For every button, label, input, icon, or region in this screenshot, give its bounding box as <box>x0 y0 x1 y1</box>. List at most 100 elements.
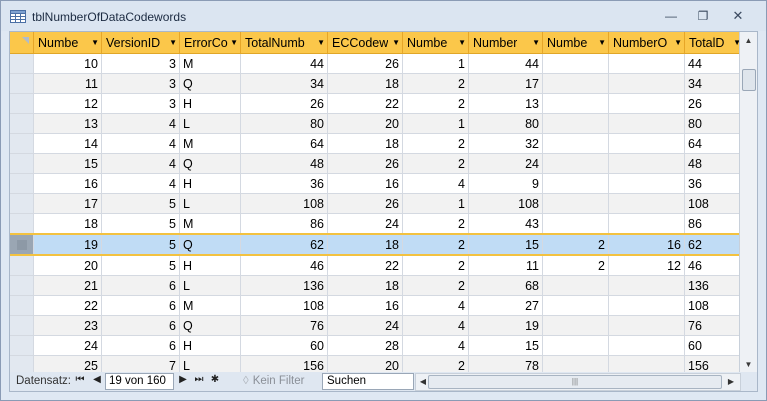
scroll-right-icon[interactable]: ▶ <box>724 374 738 390</box>
vertical-scroll-thumb[interactable] <box>742 69 756 91</box>
table-cell[interactable]: 6 <box>101 295 180 316</box>
table-cell[interactable]: 11 <box>33 73 102 94</box>
table-row[interactable]: 16 4 H 36 16 4 9 36 <box>10 173 744 194</box>
restore-icon[interactable]: ❐ <box>692 8 714 24</box>
column-header[interactable]: Numbe ▼ <box>542 32 609 54</box>
table-cell[interactable]: 6 <box>101 335 180 356</box>
next-record-icon[interactable]: ▶ <box>177 374 189 385</box>
table-cell[interactable]: 17 <box>468 73 543 94</box>
table-cell[interactable]: 2 <box>402 213 469 235</box>
table-row[interactable]: 18 5 M 86 24 2 43 86 <box>10 213 744 235</box>
table-cell[interactable]: 11 <box>468 255 543 276</box>
record-selector[interactable] <box>10 233 34 256</box>
table-cell[interactable]: M <box>179 295 241 316</box>
dropdown-arrow-icon[interactable]: ▼ <box>596 38 606 47</box>
table-row[interactable]: 15 4 Q 48 26 2 24 48 <box>10 153 744 174</box>
table-cell[interactable] <box>542 53 609 74</box>
table-cell[interactable]: 13 <box>468 93 543 114</box>
table-cell[interactable] <box>608 113 685 134</box>
table-cell[interactable]: Q <box>179 233 241 256</box>
table-cell[interactable] <box>608 73 685 94</box>
table-cell[interactable]: 2 <box>402 153 469 174</box>
table-cell[interactable]: 60 <box>684 335 744 356</box>
table-cell[interactable]: 18 <box>33 213 102 235</box>
table-cell[interactable]: 20 <box>33 255 102 276</box>
table-cell[interactable]: 2 <box>402 133 469 154</box>
record-selector[interactable] <box>10 73 34 94</box>
table-cell[interactable] <box>542 73 609 94</box>
vertical-scrollbar[interactable]: ▲ ▼ <box>739 32 757 373</box>
table-cell[interactable]: 26 <box>327 193 403 214</box>
column-header[interactable]: Number ▼ <box>468 32 543 54</box>
record-selector[interactable] <box>10 255 34 276</box>
table-cell[interactable]: 108 <box>468 193 543 214</box>
table-cell[interactable] <box>608 295 685 316</box>
search-input[interactable]: Suchen <box>322 373 414 390</box>
table-cell[interactable] <box>608 213 685 235</box>
table-cell[interactable]: 2 <box>402 255 469 276</box>
table-cell[interactable] <box>608 315 685 336</box>
table-cell[interactable]: 43 <box>468 213 543 235</box>
table-cell[interactable]: 86 <box>240 213 328 235</box>
dropdown-arrow-icon[interactable]: ▼ <box>315 38 325 47</box>
table-cell[interactable]: 16 <box>327 295 403 316</box>
table-cell[interactable]: 6 <box>101 315 180 336</box>
table-cell[interactable]: 2 <box>542 255 609 276</box>
table-cell[interactable]: 4 <box>402 295 469 316</box>
record-selector[interactable] <box>10 193 34 214</box>
table-cell[interactable]: 19 <box>33 233 102 256</box>
table-cell[interactable]: 27 <box>468 295 543 316</box>
table-cell[interactable] <box>542 295 609 316</box>
dropdown-arrow-icon[interactable]: ▼ <box>456 38 466 47</box>
table-cell[interactable]: 4 <box>101 173 180 194</box>
table-cell[interactable] <box>608 153 685 174</box>
last-record-icon[interactable]: ⏭ <box>193 374 205 385</box>
table-cell[interactable]: 80 <box>684 113 744 134</box>
table-cell[interactable]: 136 <box>684 275 744 296</box>
table-cell[interactable]: 62 <box>240 233 328 256</box>
table-cell[interactable]: 108 <box>684 295 744 316</box>
table-cell[interactable]: 1 <box>402 193 469 214</box>
first-record-icon[interactable]: ⏮ <box>74 374 86 385</box>
table-cell[interactable]: 18 <box>327 73 403 94</box>
table-row[interactable]: 12 3 H 26 22 2 13 26 <box>10 93 744 114</box>
table-cell[interactable]: 1 <box>402 113 469 134</box>
table-cell[interactable]: 12 <box>33 93 102 114</box>
table-cell[interactable]: L <box>179 275 241 296</box>
table-cell[interactable]: 20 <box>327 113 403 134</box>
table-cell[interactable]: 4 <box>101 113 180 134</box>
table-cell[interactable]: 18 <box>327 133 403 154</box>
table-row[interactable]: 23 6 Q 76 24 4 19 76 <box>10 315 744 336</box>
table-cell[interactable]: 24 <box>33 335 102 356</box>
table-cell[interactable]: 44 <box>468 53 543 74</box>
table-cell[interactable]: 16 <box>33 173 102 194</box>
record-selector[interactable] <box>10 275 34 296</box>
table-cell[interactable]: 26 <box>240 93 328 114</box>
table-cell[interactable]: 46 <box>684 255 744 276</box>
column-header[interactable]: ErrorCo ▼ <box>179 32 241 54</box>
table-cell[interactable]: L <box>179 193 241 214</box>
table-cell[interactable]: 5 <box>101 193 180 214</box>
table-cell[interactable] <box>608 193 685 214</box>
table-row[interactable]: 20 5 H 46 22 2 11 2 12 46 <box>10 255 744 276</box>
table-cell[interactable]: Q <box>179 73 241 94</box>
table-cell[interactable]: 108 <box>240 295 328 316</box>
table-cell[interactable]: M <box>179 213 241 235</box>
table-cell[interactable]: 80 <box>240 113 328 134</box>
record-selector[interactable] <box>10 133 34 154</box>
column-header[interactable]: TotalD ▼ <box>684 32 744 54</box>
minimize-icon[interactable]: — <box>660 8 682 24</box>
table-cell[interactable]: H <box>179 255 241 276</box>
table-cell[interactable]: 36 <box>240 173 328 194</box>
table-cell[interactable]: 4 <box>402 173 469 194</box>
table-cell[interactable]: 5 <box>101 233 180 256</box>
table-cell[interactable]: 13 <box>33 113 102 134</box>
table-cell[interactable]: 34 <box>684 73 744 94</box>
table-cell[interactable]: 4 <box>101 153 180 174</box>
table-cell[interactable]: 15 <box>33 153 102 174</box>
table-cell[interactable]: 32 <box>468 133 543 154</box>
record-selector[interactable] <box>10 93 34 114</box>
horizontal-scroll-thumb[interactable]: ||| <box>428 375 722 389</box>
column-header[interactable]: NumberO ▼ <box>608 32 685 54</box>
scroll-up-icon[interactable]: ▲ <box>740 32 757 49</box>
